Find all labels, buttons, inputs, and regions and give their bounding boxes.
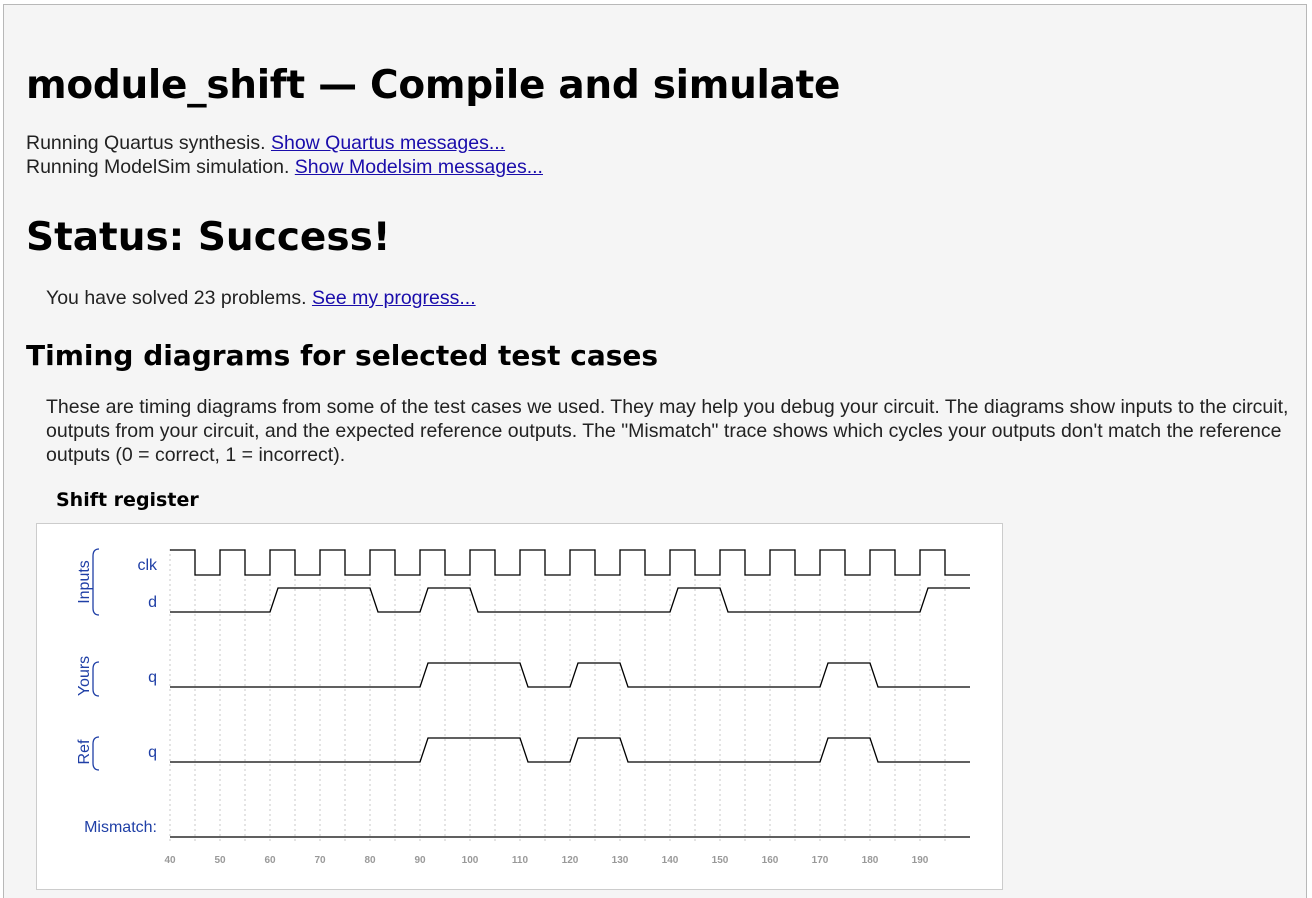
page-title: module_shift — Compile and simulate <box>26 63 841 108</box>
group-label-inputs: Inputs <box>76 560 93 604</box>
time-tick-label: 80 <box>364 855 376 866</box>
quartus-text: Running Quartus synthesis. <box>26 132 266 154</box>
time-tick-label: 100 <box>462 855 479 866</box>
status-heading: Status: Success! <box>26 215 391 260</box>
waveform-svg: Inputs Yours Ref clk d q q Mismatch: 40 5… <box>76 548 970 866</box>
diagram-caption: Shift register <box>56 489 199 511</box>
timing-diagram: Inputs Yours Ref clk d q q Mismatch: 40 5… <box>36 523 1003 890</box>
see-progress-link[interactable]: See my progress... <box>312 287 476 309</box>
time-tick-label: 150 <box>712 855 729 866</box>
modelsim-text: Running ModelSim simulation. <box>26 156 290 178</box>
time-tick-label: 60 <box>264 855 276 866</box>
solved-line: You have solved 23 problems. See my prog… <box>46 287 476 310</box>
page: module_shift — Compile and simulate Runn… <box>3 4 1307 898</box>
signal-label-clk: clk <box>137 557 158 574</box>
trace-clk <box>170 549 970 576</box>
group-label-yours: Yours <box>76 656 93 696</box>
modelsim-line: Running ModelSim simulation. Show Models… <box>26 155 543 179</box>
time-tick-label: 70 <box>314 855 326 866</box>
signal-label-q-yours: q <box>148 669 157 686</box>
time-tick-label: 110 <box>512 855 529 866</box>
timing-heading: Timing diagrams for selected test cases <box>26 339 659 372</box>
signal-label-d: d <box>148 594 157 611</box>
time-tick-label: 130 <box>612 855 629 866</box>
bracket-ref <box>92 736 100 771</box>
solved-text: You have solved 23 problems. <box>46 287 307 309</box>
quartus-line: Running Quartus synthesis. Show Quartus … <box>26 131 543 155</box>
show-quartus-messages-link[interactable]: Show Quartus messages... <box>271 132 505 154</box>
time-tick-label: 180 <box>862 855 879 866</box>
timing-description: These are timing diagrams from some of t… <box>46 396 1289 466</box>
time-tick-label: 140 <box>662 855 679 866</box>
bracket-inputs <box>92 548 100 616</box>
time-tick-label: 160 <box>762 855 779 866</box>
bracket-yours <box>92 661 100 697</box>
time-tick-label: 50 <box>214 855 226 866</box>
show-modelsim-messages-link[interactable]: Show Modelsim messages... <box>295 156 543 178</box>
time-tick-label: 190 <box>912 855 929 866</box>
time-tick-label: 40 <box>164 855 176 866</box>
time-tick-label: 170 <box>812 855 829 866</box>
time-tick-label: 90 <box>414 855 426 866</box>
run-status-lines: Running Quartus synthesis. Show Quartus … <box>26 131 543 179</box>
signal-label-q-ref: q <box>148 744 157 761</box>
signal-label-mismatch: Mismatch: <box>84 819 157 836</box>
time-tick-label: 120 <box>562 855 579 866</box>
group-label-ref: Ref <box>76 739 93 764</box>
